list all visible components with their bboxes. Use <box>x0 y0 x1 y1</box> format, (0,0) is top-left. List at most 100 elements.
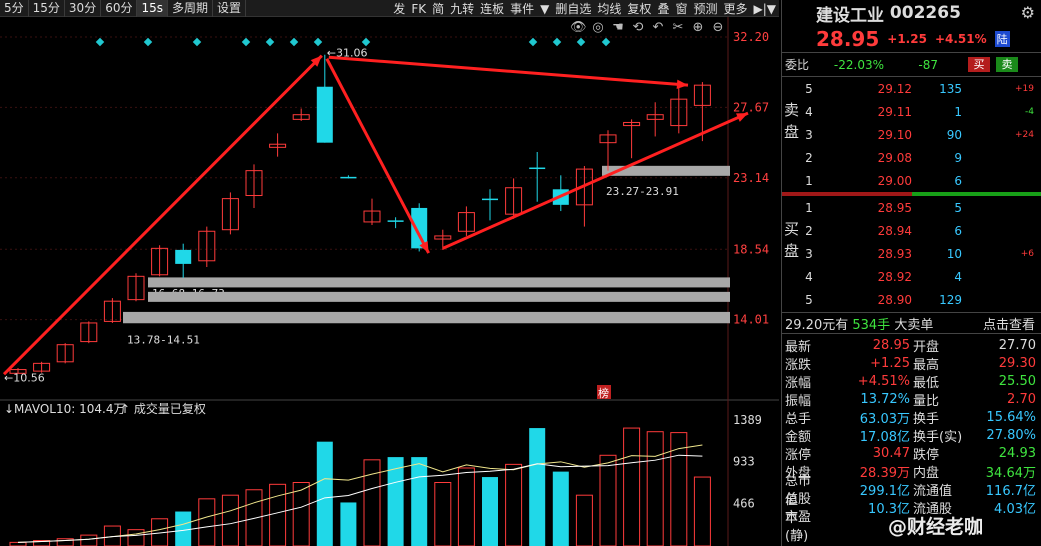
kline-chart[interactable]: 32.2027.6723.1418.5414.0123.27-23.9116.6… <box>0 17 779 546</box>
toolbar-item-9[interactable]: 复权 <box>624 0 654 17</box>
candle-body <box>411 207 428 249</box>
stat-row: 涨幅 +4.51% 最低 25.50 <box>782 372 1041 391</box>
toolbar-item-13[interactable]: 更多 <box>720 0 750 17</box>
toolbar-item-7[interactable]: 删自选 <box>552 0 594 17</box>
stat-row: 总市值 299.1亿 流通值 116.7亿 <box>782 474 1041 508</box>
stat-value-2: 34.64万 <box>985 465 1036 481</box>
level-qty: 10 <box>946 246 962 261</box>
toolbar-item-3[interactable]: 九转 <box>447 0 477 17</box>
bids-row[interactable]: 1 28.95 5 <box>782 196 1041 219</box>
candle-body <box>316 86 333 143</box>
candle-body <box>387 220 404 222</box>
stat-key-2: 跌停 <box>913 447 940 463</box>
toolbar-item-12[interactable]: 预测 <box>690 0 720 17</box>
level-qty: 1 <box>954 104 962 119</box>
stat-key-2: 内盘 <box>913 465 940 481</box>
period-tab-5[interactable]: 多周期 <box>168 0 214 17</box>
marker-diamond-icon <box>528 37 538 47</box>
toolbar-item-2[interactable]: 简 <box>429 0 447 17</box>
toolbar-item-0[interactable]: 发 <box>390 0 408 17</box>
low-price-label: ←10.56 <box>4 371 45 384</box>
price-zone-label: 23.27-23.91 <box>606 185 679 198</box>
gear-icon[interactable]: ⚙ <box>1021 3 1035 22</box>
stat-value-2: 15.64% <box>986 409 1036 425</box>
asks-row[interactable]: 4 29.11 1 -4 <box>782 100 1041 123</box>
stat-key-2: 换手 <box>913 411 940 427</box>
toolbar-item-11[interactable]: 窗 <box>672 0 690 17</box>
level: 5 <box>805 292 813 307</box>
buy-button[interactable]: 买 <box>968 57 990 72</box>
stat-key: 涨跌 <box>785 357 812 373</box>
candle-body <box>340 176 357 179</box>
toolbar-item-8[interactable]: 均线 <box>594 0 624 17</box>
price-zone-bar <box>148 277 730 288</box>
stat-value: +4.51% <box>857 373 910 389</box>
asks-row[interactable]: 5 29.12 135 +19 <box>782 77 1041 100</box>
period-tab-3[interactable]: 60分 <box>101 0 138 17</box>
toolbar-item-1[interactable]: FK <box>408 2 429 16</box>
volume-bar <box>127 529 145 546</box>
bids-row[interactable]: 2 28.94 6 <box>782 219 1041 242</box>
stock-code: 002265 <box>889 3 961 23</box>
level-price: 29.12 <box>877 81 912 96</box>
level-price: 28.93 <box>877 246 912 261</box>
toolbar-item-10[interactable]: 叠 <box>654 0 672 17</box>
volume-bar <box>175 511 192 546</box>
asks-row[interactable]: 1 29.00 6 <box>782 169 1041 192</box>
order-diff-value: -87 <box>918 57 938 72</box>
next-arrow-icon[interactable]: ▶|▼ <box>751 2 780 16</box>
stat-value-2: 116.7亿 <box>985 483 1036 499</box>
toolbar-item-4[interactable]: 连板 <box>477 0 507 17</box>
price-change-pct: +4.51% <box>934 32 987 46</box>
stat-row: 涨停 30.47 跌停 24.93 <box>782 444 1041 463</box>
stat-value: 299.1亿 <box>859 483 910 499</box>
marker-diamond-icon <box>265 37 275 47</box>
level-qty: 129 <box>939 292 962 307</box>
stat-value-2: 25.50 <box>998 373 1036 389</box>
trade-view-link[interactable]: 点击查看 <box>983 314 1035 333</box>
period-tab-6[interactable]: 设置 <box>213 0 247 17</box>
period-tab-1[interactable]: 15分 <box>29 0 65 17</box>
bids-row[interactable]: 3 28.93 10 +6 <box>782 242 1041 265</box>
level-price: 28.95 <box>877 200 912 215</box>
volume-bar <box>575 494 593 546</box>
period-tab-0[interactable]: 5分 <box>0 0 29 17</box>
level: 5 <box>805 81 813 96</box>
marker-diamond-icon <box>601 37 611 47</box>
period-tab-4[interactable]: 15s <box>137 0 169 17</box>
volume-bar <box>599 454 617 546</box>
stat-row: 外盘 28.39万 内盘 34.64万 <box>782 462 1041 481</box>
ask-side-label: 卖盘 <box>784 101 800 141</box>
stat-value-2: 29.30 <box>998 355 1036 371</box>
volume-bar <box>340 502 357 546</box>
period-tab-2[interactable]: 30分 <box>65 0 102 17</box>
toolbar-item-6[interactable]: ▼ <box>537 2 552 16</box>
arrow-head-icon <box>676 79 688 89</box>
sell-button[interactable]: 卖 <box>996 57 1018 72</box>
volume-bar <box>505 463 523 546</box>
bids-row[interactable]: 4 28.92 4 <box>782 265 1041 288</box>
marker-diamond-icon <box>576 37 586 47</box>
toolbar-item-5[interactable]: 事件 <box>507 0 537 17</box>
volume-bar <box>434 482 452 546</box>
level-delta: +24 <box>1015 129 1034 140</box>
marker-diamond-icon <box>552 37 562 47</box>
level: 1 <box>805 200 813 215</box>
volume-bar <box>693 476 711 546</box>
asks-row[interactable]: 2 29.08 9 <box>782 146 1041 169</box>
bid-side-label: 买盘 <box>784 220 800 260</box>
price-zone-bar <box>123 311 730 324</box>
price-zone-bar <box>148 291 730 302</box>
level-qty: 6 <box>954 223 962 238</box>
candle-body <box>482 198 498 201</box>
trade-hand: 534手 <box>852 317 891 333</box>
marker-diamond-icon <box>289 37 299 47</box>
trend-arrow <box>325 58 430 254</box>
bids-row[interactable]: 5 28.90 129 <box>782 288 1041 311</box>
volume-note: ↑ 成交量已复权 <box>120 401 206 416</box>
volume-bar <box>646 431 664 546</box>
volume-bar <box>80 534 98 546</box>
stat-row: 涨跌 +1.25 最高 29.30 <box>782 354 1041 373</box>
asks-row[interactable]: 3 29.10 90 +24 <box>782 123 1041 146</box>
stat-value: +1.25 <box>870 355 910 371</box>
